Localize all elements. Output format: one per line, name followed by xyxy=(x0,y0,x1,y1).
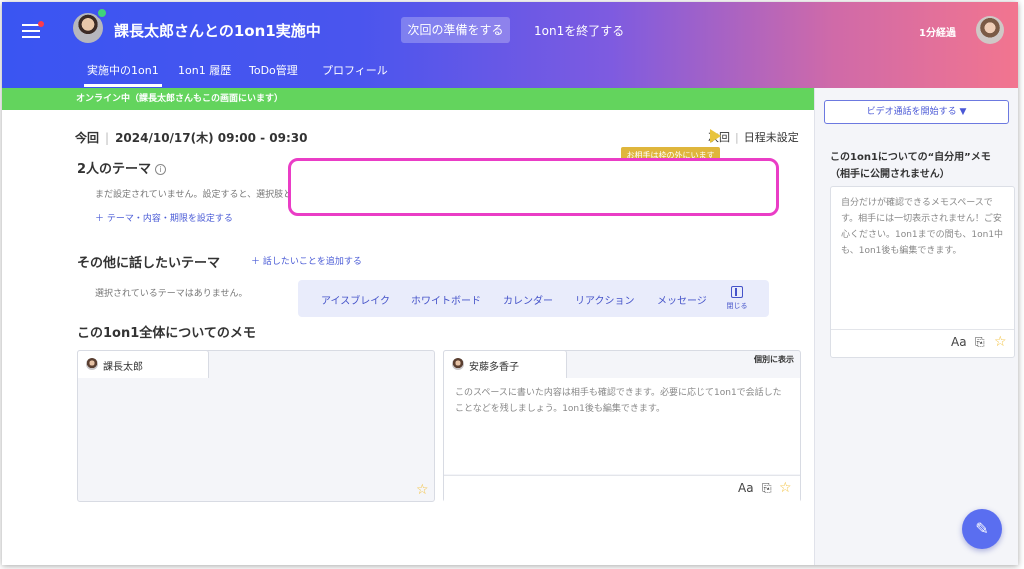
set-theme-label: テーマ・内容・期限を設定する xyxy=(106,214,233,224)
panel-close-icon xyxy=(731,286,743,298)
attachment-icon[interactable]: ⎘ xyxy=(975,335,985,350)
prepare-next-button[interactable]: 次回の準備をする xyxy=(401,17,510,43)
whiteboard-button[interactable]: ホワイトボード xyxy=(411,292,481,307)
app-header: 課長太郎さんとの1on1実施中 次回の準備をする 1on1を終了する 1分経過 … xyxy=(2,2,1018,88)
right-user-avatar xyxy=(452,358,464,370)
star-icon[interactable]: ☆ xyxy=(994,334,1007,350)
tab-current-1on1[interactable]: 実施中の1on1 xyxy=(84,62,162,87)
tab-todo[interactable]: ToDo管理 xyxy=(249,62,298,78)
close-toolbar-button[interactable]: 閉じる xyxy=(725,286,749,311)
page-title: 課長太郎さんとの1on1実施中 xyxy=(114,22,321,40)
icebreak-button[interactable]: アイスブレイク xyxy=(321,292,390,307)
add-topic-label: 話したいことを追加する xyxy=(262,257,362,267)
app-window: 課長太郎さんとの1on1実施中 次回の準備をする 1on1を終了する 1分経過 … xyxy=(2,2,1018,565)
reaction-button[interactable]: リアクション xyxy=(575,292,635,307)
text-format-icon[interactable]: Aa xyxy=(951,335,967,349)
memo-heading: この1on1全体についてのメモ xyxy=(77,326,256,341)
private-memo-title: この1on1についての“自分用”メモ（相手に公開されません） xyxy=(830,152,991,180)
private-memo-editor[interactable]: 自分だけが確認できるメモスペースです。相手には一切表示されません！ご安心ください… xyxy=(830,186,1015,358)
tab-profile[interactable]: プロフィール xyxy=(322,62,388,78)
notification-dot xyxy=(38,21,44,27)
theme-heading: 2人のテーマ i xyxy=(77,158,167,177)
menu-icon[interactable] xyxy=(22,21,44,38)
session-label: 今回 xyxy=(75,131,100,145)
left-user-avatar xyxy=(86,358,98,370)
theme-heading-text: 2人のテーマ xyxy=(77,162,152,177)
private-memo-placeholder: 自分だけが確認できるメモスペースです。相手には一切表示されません！ご安心ください… xyxy=(841,198,1004,256)
right-memo-pane: 安藤多香子 このスペースに書いた内容は相手も確認できます。必要に応じて1on1で… xyxy=(443,350,801,502)
online-status-dot xyxy=(96,7,108,19)
plus-icon: ＋ xyxy=(251,257,263,267)
end-1on1-button[interactable]: 1on1を終了する xyxy=(534,22,624,39)
show-separately-link[interactable]: 個別に表示 xyxy=(754,354,794,365)
session-datetime: 2024/10/17(木) 09:00 - 09:30 xyxy=(115,131,308,145)
other-topics-heading: その他に話したいテーマ xyxy=(77,256,221,271)
star-icon[interactable]: ☆ xyxy=(779,480,792,496)
magic-wand-icon: ✎ xyxy=(975,519,989,538)
magic-wand-fab[interactable]: ✎ xyxy=(962,509,1002,549)
calendar-button[interactable]: カレンダー xyxy=(503,292,553,307)
topics-empty-text: 選択されているテーマはありません。 xyxy=(95,289,248,299)
star-icon[interactable]: ☆ xyxy=(416,482,429,498)
user-avatar[interactable] xyxy=(976,16,1004,44)
schedule-status-link[interactable]: 日程未設定 xyxy=(744,131,799,144)
right-sidebar: ビデオ通話を開始する ▼ この1on1についての“自分用”メモ（相手に公開されま… xyxy=(814,88,1018,565)
separator: | xyxy=(105,131,110,145)
elapsed-time: 1分経過 xyxy=(919,28,956,39)
attachment-icon[interactable]: ⎘ xyxy=(762,481,772,496)
next-schedule: 次回 | 日程未設定 xyxy=(708,129,799,145)
add-topic-link[interactable]: ＋ 話したいことを追加する xyxy=(251,254,362,267)
partner-cursor-icon xyxy=(710,129,721,143)
session-info: 今回 | 2024/10/17(木) 09:00 - 09:30 xyxy=(75,129,308,146)
message-button[interactable]: メッセージ xyxy=(657,292,707,307)
info-icon[interactable]: i xyxy=(155,164,167,175)
right-user-name: 安藤多香子 xyxy=(469,362,519,373)
right-memo-placeholder: このスペースに書いた内容は相手も確認できます。必要に応じて1on1で会話したこと… xyxy=(455,388,782,414)
close-label: 閉じる xyxy=(726,302,748,310)
left-memo-pane: 課長太郎 ☆ xyxy=(77,350,435,502)
set-theme-link[interactable]: ＋ テーマ・内容・期限を設定する xyxy=(95,211,233,224)
left-user-name: 課長太郎 xyxy=(103,362,143,373)
text-format-icon[interactable]: Aa xyxy=(738,481,754,495)
separator: | xyxy=(735,131,739,144)
plus-icon: ＋ xyxy=(95,214,107,224)
online-banner: オンライン中（課長太郎さんもこの画面にいます） xyxy=(2,88,814,110)
start-video-call-button[interactable]: ビデオ通話を開始する ▼ xyxy=(824,100,1009,124)
feature-popup-highlight xyxy=(288,158,779,216)
tab-history[interactable]: 1on1 履歴 xyxy=(178,62,231,78)
feature-toolbar: アイスブレイク ホワイトボード カレンダー リアクション メッセージ xyxy=(298,280,769,317)
private-memo-divider xyxy=(831,329,1014,330)
right-memo-editor[interactable]: このスペースに書いた内容は相手も確認できます。必要に応じて1on1で会話したこと… xyxy=(444,378,800,474)
